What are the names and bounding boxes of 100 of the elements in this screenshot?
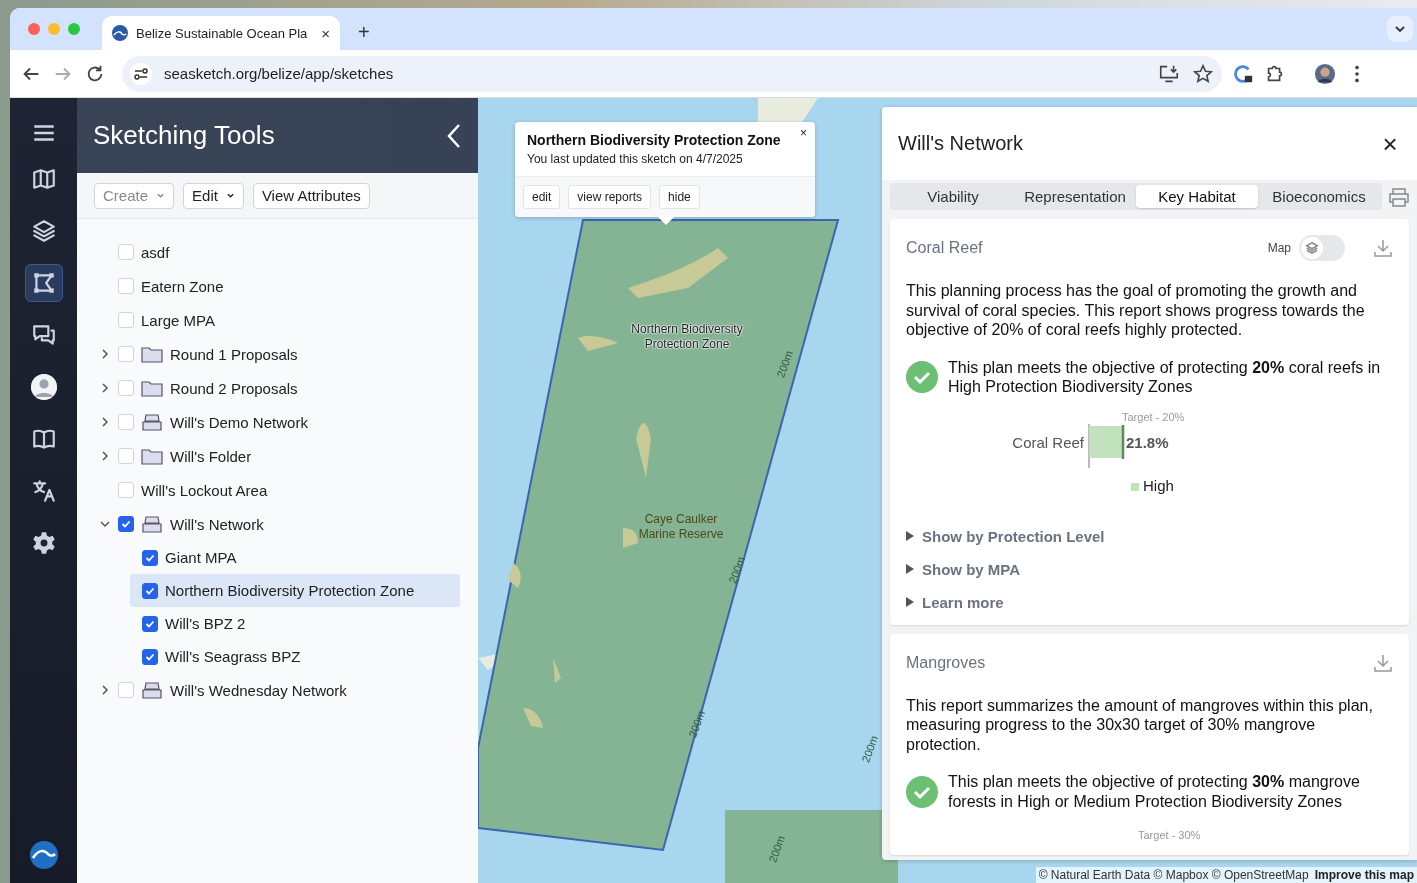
tree-item[interactable]: Will's Demo Network	[77, 405, 478, 439]
sketch-polygon[interactable]	[725, 810, 898, 883]
tree-item[interactable]: Round 2 Proposals	[77, 371, 478, 405]
chevron-icon[interactable]	[99, 416, 111, 428]
target-label: Target - 20%	[1122, 410, 1185, 423]
checkbox[interactable]	[142, 582, 158, 599]
tree-item[interactable]: asdf	[77, 235, 478, 269]
app-logo-icon[interactable]	[29, 841, 58, 869]
map-toggle-label: Map	[1267, 241, 1291, 255]
caret-icon	[225, 191, 235, 200]
bookmark-star-icon[interactable]	[1192, 62, 1214, 85]
new-tab-button[interactable]: +	[358, 21, 370, 44]
address-bar[interactable]: seasketch.org/belize/app/sketches	[122, 55, 1222, 92]
tree-item[interactable]: Eatern Zone	[77, 269, 478, 303]
translate-icon[interactable]	[30, 478, 57, 504]
map-toggle[interactable]	[1299, 235, 1345, 261]
attribution-text: © Natural Earth Data © Mapbox © OpenStreetMap	[1038, 868, 1309, 882]
report-title: Will's Network	[898, 132, 1023, 155]
collapsible-section[interactable]: Learn more	[906, 593, 1004, 611]
map-icon[interactable]	[30, 166, 57, 192]
popup-button[interactable]: hide	[659, 185, 700, 209]
layers-icon[interactable]	[30, 218, 57, 244]
chart-bar	[1089, 425, 1123, 458]
collapsible-section[interactable]: Show by Protection Level	[906, 527, 1105, 545]
chat-icon[interactable]	[30, 322, 57, 348]
target-label: Target - 30%	[1138, 829, 1202, 841]
chevron-icon[interactable]	[99, 684, 111, 696]
popup-title: Northern Biodiversity Protection Zone	[527, 132, 782, 148]
tree-item[interactable]: Northern Biodiversity Protection Zone	[130, 574, 460, 607]
popup-button[interactable]: edit	[523, 185, 561, 209]
tree-item[interactable]: Will's Folder	[77, 439, 478, 473]
report-tab[interactable]: Representation	[1014, 185, 1136, 208]
print-icon[interactable]	[1388, 186, 1410, 207]
browser-tab[interactable]: Belize Sustainable Ocean Pla ×	[102, 16, 340, 50]
checkmark-icon	[145, 552, 155, 563]
toolbar-button[interactable]: Edit	[183, 182, 244, 209]
chevron-icon[interactable]	[99, 348, 111, 360]
objective-text: This plan meets the objective of protecting 20% coral reefs in High Protection Biodiversity Zones	[948, 357, 1382, 397]
caret-icon	[906, 597, 914, 607]
checkbox[interactable]	[142, 549, 158, 566]
map-label: 200m	[726, 555, 748, 585]
tab-title: Belize Sustainable Ocean Pla	[136, 25, 309, 41]
collapsible-section[interactable]: Show by MPA	[906, 560, 1021, 578]
tree-item[interactable]: Giant MPA	[130, 541, 460, 574]
popup-subtitle: You last updated this sketch on 4/7/2025	[526, 151, 744, 168]
map-label: 200m	[774, 349, 796, 379]
popup-button[interactable]: view reports	[568, 185, 652, 209]
sidebar-title: Sketching Tools	[93, 120, 275, 151]
collection-icon	[141, 515, 163, 533]
objective-text: This plan meets the objective of protecting 30% mangrove forests in High or Medium Protection Biodiversity Zones	[948, 772, 1361, 811]
rail-item[interactable]	[24, 264, 63, 302]
checkmark-icon	[145, 618, 155, 629]
toolbar-button[interactable]: View Attributes	[252, 182, 370, 209]
axis-line	[1088, 423, 1090, 468]
folder-icon	[141, 345, 163, 363]
url-text: seasketch.org/belize/app/sketches	[164, 65, 395, 82]
map-label: 200m	[859, 734, 881, 764]
map-view[interactable]	[478, 98, 1417, 883]
report-tab[interactable]: Bioeconomics	[1258, 185, 1380, 208]
tree-item[interactable]: Round 1 Proposals	[77, 337, 478, 371]
card-title: Mangroves	[906, 653, 987, 672]
tab-close-button[interactable]: ×	[321, 24, 330, 42]
legend-swatch	[1131, 482, 1139, 491]
map-label: 200m	[766, 834, 788, 864]
collapse-chevron-icon[interactable]	[446, 122, 462, 149]
collection-icon	[141, 413, 163, 431]
globe-wave-icon	[112, 25, 128, 41]
tree-item[interactable]: Will's Lockout Area	[77, 473, 478, 507]
description-text: This planning process has the goal of promoting the growth and survival of coral species. This report shows progress towards the objective of 20% of coral reefs highly protected.	[906, 281, 1366, 340]
data-label: 21.8%	[1126, 433, 1169, 451]
legend-label: High	[1143, 476, 1174, 494]
improve-map-link[interactable]: Improve this map	[1314, 868, 1414, 882]
tree-item[interactable]: Will's Wednesday Network	[77, 673, 478, 707]
tree-item[interactable]: Large MPA	[77, 303, 478, 337]
report-tab[interactable]: Viability	[892, 185, 1014, 208]
tab-list-button[interactable]	[1387, 16, 1413, 42]
popup-close-button[interactable]: ×	[800, 126, 807, 140]
tree-item[interactable]: Will's Seagrass BPZ	[130, 640, 460, 673]
settings-icon[interactable]	[30, 530, 57, 556]
tree-item[interactable]: Will's BPZ 2	[130, 607, 460, 640]
checkbox[interactable]	[118, 516, 134, 532]
layers-icon	[1305, 241, 1319, 255]
profile-avatar-icon[interactable]	[1314, 62, 1336, 85]
avatar-icon[interactable]	[30, 374, 57, 400]
chevron-icon[interactable]	[99, 450, 111, 462]
download-icon[interactable]	[1373, 652, 1393, 673]
tree-item[interactable]: Will's Network	[77, 507, 478, 541]
chevron-icon[interactable]	[99, 382, 111, 394]
site-settings-icon[interactable]	[130, 62, 152, 85]
chevron-icon[interactable]	[99, 518, 111, 530]
checkmark-icon	[121, 519, 131, 529]
caret-icon	[156, 191, 166, 200]
checkbox[interactable]	[142, 648, 158, 665]
popup-pointer	[658, 217, 674, 225]
collection-icon	[141, 681, 163, 699]
download-icon[interactable]	[1373, 238, 1393, 258]
report-tab[interactable]: Key Habitat	[1136, 185, 1258, 208]
caret-icon	[1394, 23, 1406, 35]
checkbox[interactable]	[142, 615, 158, 632]
close-button[interactable]: ×	[1381, 134, 1399, 153]
